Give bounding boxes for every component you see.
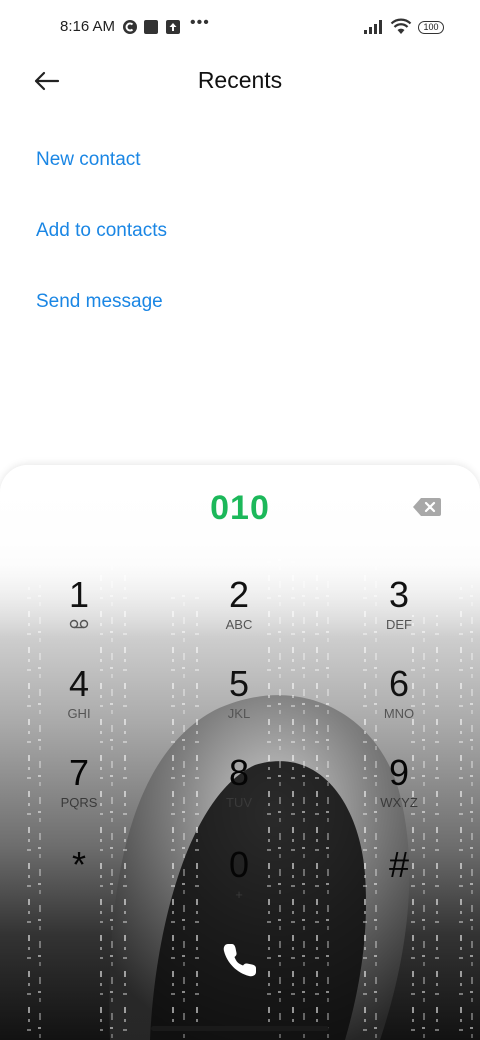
backspace-icon [413,498,441,516]
signal-icon [364,20,382,34]
page-title: Recents [197,67,283,93]
key-digit: 5 [228,663,250,704]
key-hash[interactable]: # [339,845,459,901]
key-4[interactable]: 4 GHI [19,663,139,722]
add-to-contacts-link[interactable]: Add to contacts [36,220,167,242]
key-7[interactable]: 7 PQRS [19,752,139,811]
key-letters [19,887,139,901]
key-letters: JKL [227,706,251,721]
key-digit: 9 [388,752,410,793]
more-dots-icon: ••• [190,14,210,31]
key-5[interactable]: 5 JKL [179,663,299,722]
key-3[interactable]: 3 DEF [339,574,459,633]
key-0[interactable]: 0 + [179,844,299,903]
key-letters: DEF [386,617,412,632]
key-digit: 7 [68,752,90,793]
app-square-icon [144,20,158,34]
home-indicator[interactable] [151,1026,329,1031]
key-6[interactable]: 6 MNO [339,663,459,722]
key-letters: PQRS [60,795,98,810]
key-letters: ABC [225,617,253,632]
call-button[interactable] [210,930,270,990]
voicemail-icon [69,619,89,629]
key-letters: WXYZ [380,795,418,810]
dialpad-sheet: 010 1 2 ABC 3 DEF 4 GHI 5 JKL 6 MNO 7 PQ… [0,465,480,1040]
key-digit: 3 [388,574,410,615]
battery-level: 100 [423,22,439,32]
status-bar: 8:16 AM ••• 100 [0,0,480,56]
dialed-number: 010 [210,489,270,527]
battery-icon: 100 [418,21,444,34]
key-letters: + [235,887,243,902]
key-letters: TUV [226,795,252,810]
key-letters: MNO [383,706,415,721]
new-contact-link[interactable]: New contact [36,149,141,171]
phone-icon [223,944,256,977]
key-2[interactable]: 2 ABC [179,574,299,633]
key-digit: 8 [228,752,250,793]
upload-icon [166,20,180,34]
backspace-button[interactable] [413,497,441,517]
key-digit: 2 [228,574,250,615]
key-digit: 4 [68,663,90,704]
key-letters [339,887,459,901]
key-9[interactable]: 9 WXYZ [339,752,459,811]
key-letters: GHI [67,706,91,721]
key-digit: 0 [228,844,250,885]
status-time: 8:16 AM [60,18,116,35]
key-1[interactable]: 1 [19,575,139,629]
send-message-link[interactable]: Send message [36,291,163,313]
key-digit: 6 [388,663,410,704]
wifi-icon [390,18,412,34]
key-digit: # [388,844,410,885]
key-star[interactable]: * [19,845,139,901]
key-digit: 1 [68,574,90,615]
key-digit: * [71,844,86,885]
notification-c-icon [123,20,137,34]
key-8[interactable]: 8 TUV [179,752,299,811]
